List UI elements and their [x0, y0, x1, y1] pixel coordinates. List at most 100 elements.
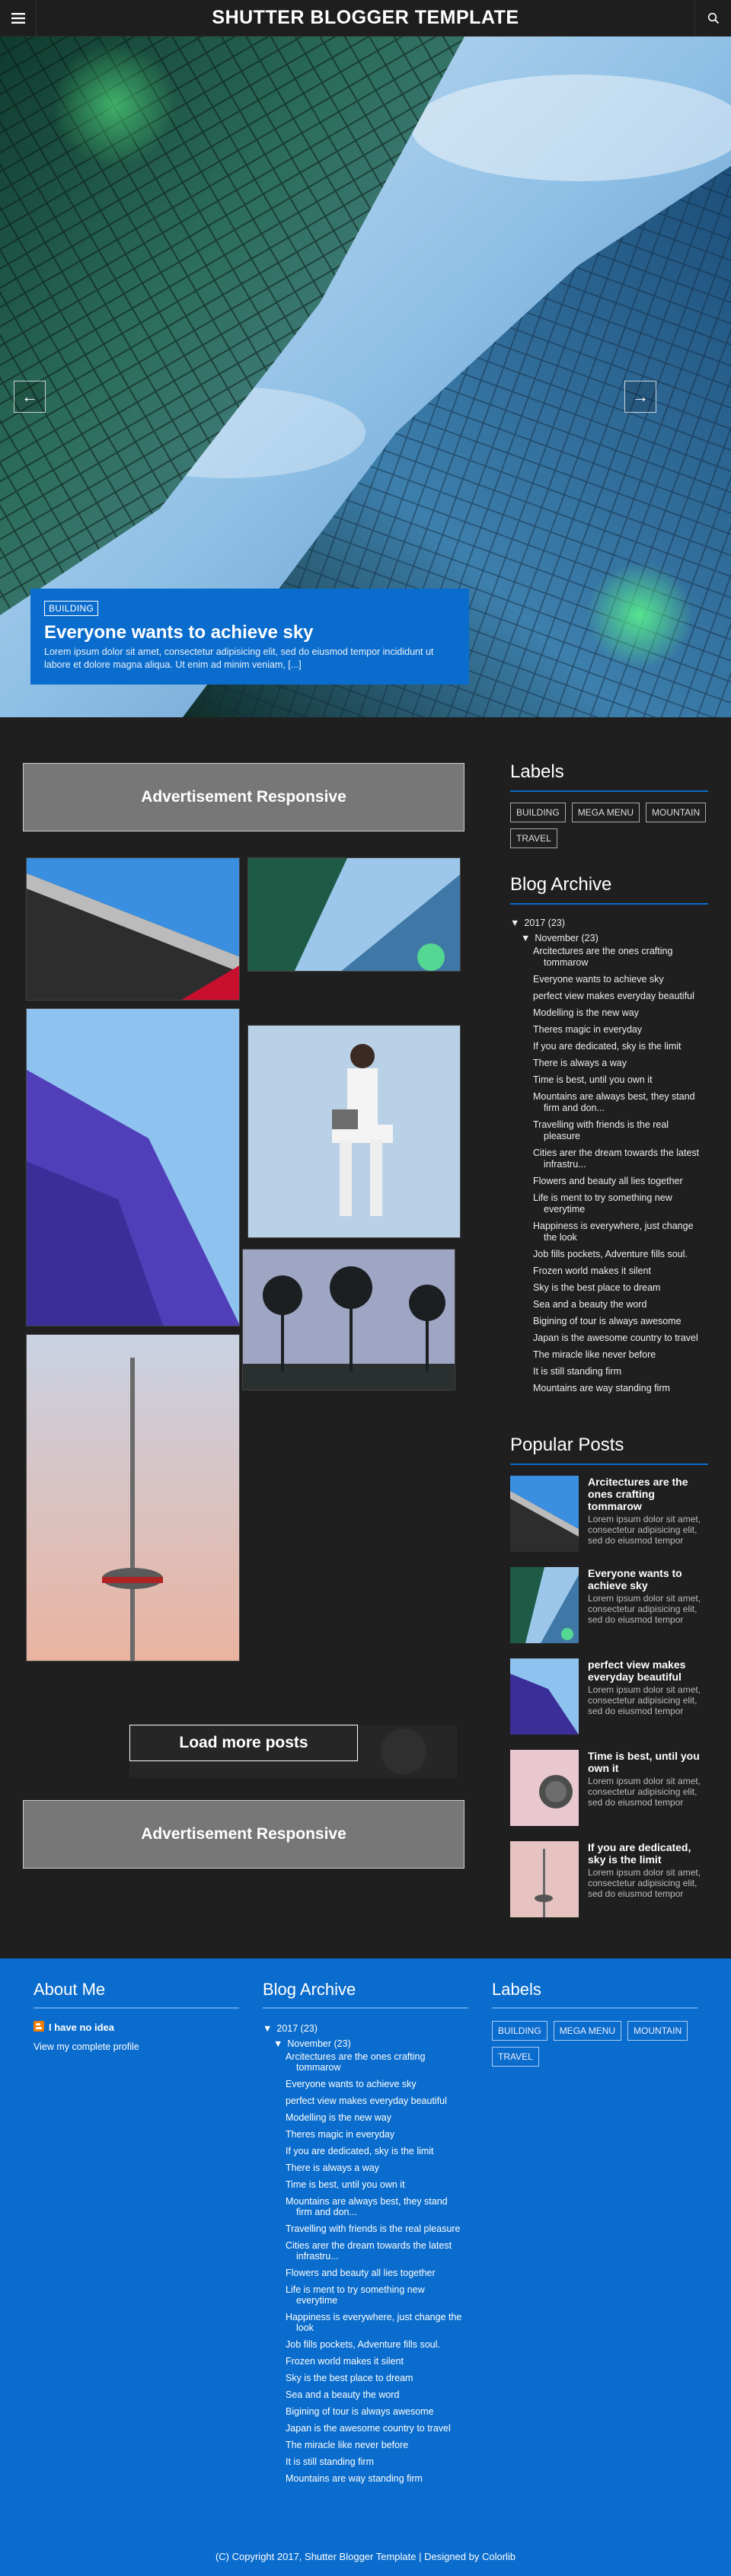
label-chip[interactable]: MEGA MENU [553, 2021, 622, 2041]
archive-post-link[interactable]: Modelling is the new way [533, 1007, 708, 1019]
label-chip[interactable]: MOUNTAIN [646, 803, 707, 822]
archive-post-link[interactable]: Bigining of tour is always awesome [286, 2406, 468, 2417]
archive-post-link[interactable]: Travelling with friends is the real plea… [286, 2223, 468, 2234]
label-chip[interactable]: MOUNTAIN [627, 2021, 688, 2041]
archive-post-link[interactable]: Time is best, until you own it [533, 1074, 708, 1086]
archive-month[interactable]: November (23) [535, 933, 598, 943]
archive-post-link[interactable]: Life is ment to try something new everyt… [533, 1192, 708, 1215]
archive-post-link[interactable]: Japan is the awesome country to travel [286, 2423, 468, 2434]
archive-post-link[interactable]: Sea and a beauty the word [286, 2389, 468, 2400]
advertisement-bottom[interactable]: Advertisement Responsive [23, 1800, 464, 1869]
view-profile-link[interactable]: View my complete profile [34, 2041, 239, 2052]
slider-next-arrow-icon[interactable]: → [624, 381, 656, 413]
advertisement-top[interactable]: Advertisement Responsive [23, 763, 464, 832]
archive-post-link[interactable]: Sea and a beauty the word [533, 1299, 708, 1310]
archive-post-link[interactable]: Cities arer the dream towards the latest… [286, 2240, 468, 2262]
popular-post-thumbnail[interactable] [510, 1841, 579, 1917]
archive-post-link[interactable]: Arcitectures are the ones crafting tomma… [286, 2051, 468, 2073]
slider-post-label[interactable]: BUILDING [44, 601, 99, 616]
search-icon[interactable] [694, 0, 731, 37]
archive-post-link[interactable]: Mountains are always best, they stand fi… [286, 2196, 468, 2217]
archive-post-link[interactable]: Cities arer the dream towards the latest… [533, 1148, 708, 1170]
archive-post-link[interactable]: Sky is the best place to dream [533, 1282, 708, 1294]
popular-post[interactable]: If you are dedicated, sky is the limit Lo… [510, 1841, 708, 1917]
archive-post-link[interactable]: Life is ment to try something new everyt… [286, 2284, 468, 2306]
archive-post-link[interactable]: Modelling is the new way [286, 2112, 468, 2123]
archive-year-toggle[interactable]: ▼ 2017 (23) [263, 2021, 468, 2036]
archive-post-link[interactable]: Theres magic in everyday [533, 1024, 708, 1036]
site-title[interactable]: SHUTTER BLOGGER TEMPLATE [212, 7, 519, 29]
archive-post-link[interactable]: perfect view makes everyday beautiful [533, 991, 708, 1002]
archive-post-link[interactable]: Happiness is everywhere, just change the… [533, 1221, 708, 1243]
archive-month[interactable]: November (23) [287, 2038, 350, 2049]
archive-post-link[interactable]: Job fills pockets, Adventure fills soul. [286, 2339, 468, 2350]
slider-post-title[interactable]: Everyone wants to achieve sky [44, 622, 455, 643]
archive-post-link[interactable]: Mountains are way standing firm [286, 2473, 468, 2484]
footer-archive-heading: Blog Archive [263, 1980, 468, 2009]
archive-post-link[interactable]: The miracle like never before [533, 1349, 708, 1361]
archive-post-link[interactable]: Sky is the best place to dream [286, 2373, 468, 2383]
hamburger-icon[interactable] [0, 0, 37, 37]
archive-post-link[interactable]: Mountains are always best, they stand fi… [533, 1091, 708, 1114]
label-chip[interactable]: BUILDING [510, 803, 566, 822]
popular-post[interactable]: Time is best, until you own it Lorem ipsu… [510, 1750, 708, 1826]
archive-year[interactable]: 2017 (23) [524, 918, 565, 928]
archive-post-link[interactable]: Time is best, until you own it [286, 2179, 468, 2190]
popular-post-thumbnail[interactable] [510, 1658, 579, 1735]
slider-prev-arrow-icon[interactable]: ← [14, 381, 46, 413]
post-thumbnail-tower[interactable] [26, 1334, 240, 1661]
label-chip[interactable]: TRAVEL [492, 2047, 539, 2067]
popular-post-thumbnail[interactable] [510, 1750, 579, 1826]
archive-post-link[interactable]: Everyone wants to achieve sky [286, 2079, 468, 2089]
popular-post[interactable]: Arcitectures are the ones crafting tomma… [510, 1476, 708, 1552]
archive-post-link[interactable]: It is still standing firm [533, 1366, 708, 1377]
archive-post-link[interactable]: Travelling with friends is the real plea… [533, 1119, 708, 1142]
archive-post-link[interactable]: The miracle like never before [286, 2440, 468, 2450]
archive-post-link[interactable]: Bigining of tour is always awesome [533, 1316, 708, 1327]
archive-post-link[interactable]: Mountains are way standing firm [533, 1383, 708, 1394]
archive-post-link[interactable]: Theres magic in everyday [286, 2129, 468, 2140]
popular-post-title[interactable]: Arcitectures are the ones crafting tomma… [588, 1476, 708, 1512]
archive-post-link[interactable]: If you are dedicated, sky is the limit [533, 1041, 708, 1052]
slider-caption[interactable]: BUILDING Everyone wants to achieve sky L… [30, 589, 469, 685]
archive-post-link[interactable]: There is always a way [533, 1058, 708, 1069]
archive-post-link[interactable]: Frozen world makes it silent [533, 1266, 708, 1277]
archive-month-toggle[interactable]: ▼ November (23) [510, 930, 708, 946]
popular-post[interactable]: Everyone wants to achieve sky Lorem ipsum… [510, 1567, 708, 1643]
archive-post-link[interactable]: Flowers and beauty all lies together [286, 2268, 468, 2278]
post-thumbnail-palms[interactable] [242, 1249, 455, 1390]
archive-post-link[interactable]: Frozen world makes it silent [286, 2356, 468, 2367]
post-thumbnail-view[interactable] [26, 1008, 240, 1326]
popular-post-title[interactable]: Everyone wants to achieve sky [588, 1567, 708, 1591]
archive-post-link[interactable]: Happiness is everywhere, just change the… [286, 2312, 468, 2333]
archive-post-link[interactable]: Job fills pockets, Adventure fills soul. [533, 1249, 708, 1260]
archive-year-toggle[interactable]: ▼ 2017 (23) [510, 915, 708, 930]
archive-year[interactable]: 2017 (23) [276, 2023, 318, 2034]
load-more-button[interactable]: Load more posts [129, 1725, 358, 1761]
popular-post-title[interactable]: If you are dedicated, sky is the limit [588, 1841, 708, 1866]
post-thumbnail-sky[interactable] [247, 857, 461, 972]
archive-post-link[interactable]: Arcitectures are the ones crafting tomma… [533, 946, 708, 969]
archive-post-link[interactable]: perfect view makes everyday beautiful [286, 2096, 468, 2106]
footer-about: About Me I have no idea View my complete… [34, 1980, 239, 2052]
archive-post-link[interactable]: Flowers and beauty all lies together [533, 1176, 708, 1187]
post-thumbnail-architecture[interactable] [26, 857, 240, 1001]
label-chip[interactable]: MEGA MENU [571, 803, 640, 822]
popular-post-title[interactable]: perfect view makes everyday beautiful [588, 1658, 708, 1683]
popular-post-thumbnail[interactable] [510, 1567, 579, 1643]
archive-post-link[interactable]: Japan is the awesome country to travel [533, 1333, 708, 1344]
label-chip[interactable]: TRAVEL [510, 828, 557, 848]
popular-post[interactable]: perfect view makes everyday beautiful Lor… [510, 1658, 708, 1735]
archive-post-link[interactable]: It is still standing firm [286, 2456, 468, 2467]
post-thumbnail-model[interactable] [247, 1025, 461, 1238]
label-chip[interactable]: BUILDING [492, 2021, 547, 2041]
featured-slider[interactable]: ← → BUILDING Everyone wants to achieve s… [0, 37, 731, 717]
sidebar-popular-posts: Popular Posts Arcitectures are the ones … [510, 1435, 708, 1933]
archive-month-toggle[interactable]: ▼ November (23) [263, 2036, 468, 2051]
archive-post-link[interactable]: If you are dedicated, sky is the limit [286, 2146, 468, 2156]
author-name[interactable]: I have no idea [49, 2022, 114, 2033]
archive-post-link[interactable]: There is always a way [286, 2163, 468, 2173]
archive-post-link[interactable]: Everyone wants to achieve sky [533, 974, 708, 985]
popular-post-title[interactable]: Time is best, until you own it [588, 1750, 708, 1774]
popular-post-thumbnail[interactable] [510, 1476, 579, 1552]
